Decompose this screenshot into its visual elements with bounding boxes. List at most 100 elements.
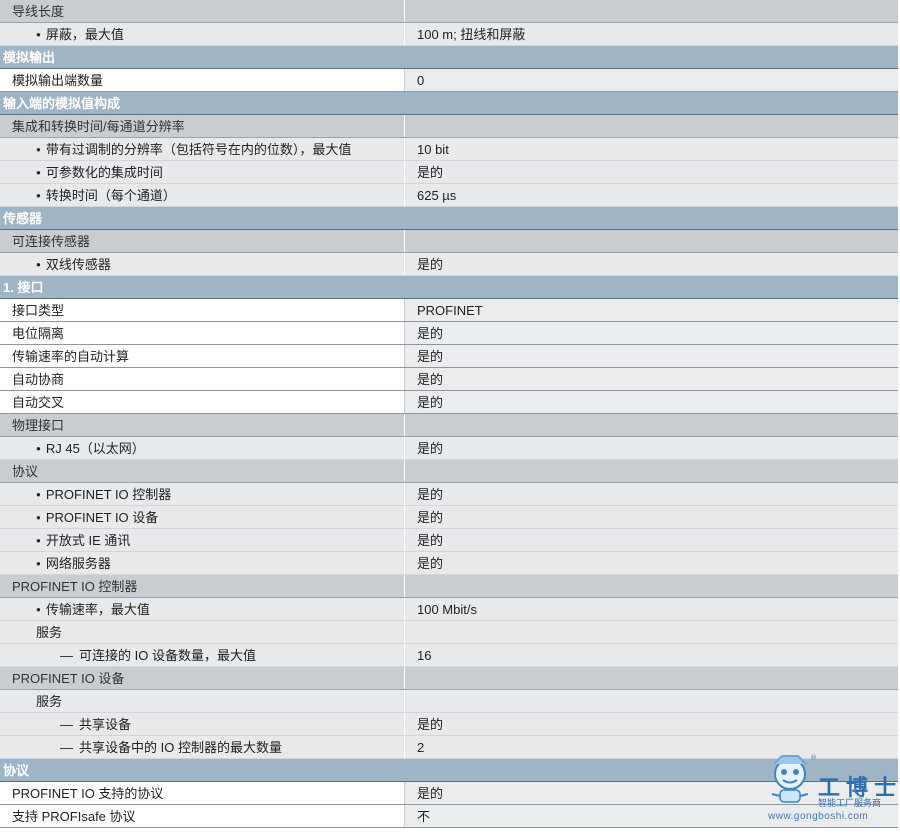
spec-row: 自动交叉 是的 xyxy=(0,391,898,414)
spec-label: 双线传感器 xyxy=(0,253,405,275)
spec-label: 集成和转换时间/每通道分辨率 xyxy=(0,115,405,137)
spec-row: 可参数化的集成时间是的 xyxy=(0,161,898,184)
section-header: 输入端的模拟值构成 xyxy=(0,92,898,115)
spec-row: 开放式 IE 通讯是的 xyxy=(0,529,898,552)
spec-value: 是的 xyxy=(417,441,444,456)
spec-label: 开放式 IE 通讯 xyxy=(0,529,405,551)
spec-row: 模拟输出端数量 0 xyxy=(0,69,898,92)
group-header-row: 物理接口 xyxy=(0,414,898,437)
spec-label: 服务 xyxy=(0,690,405,712)
spec-row: 转换时间（每个通道） 625 µs xyxy=(0,184,898,207)
spec-label: PROFINET IO 控制器 xyxy=(0,483,405,505)
spec-value xyxy=(405,690,898,712)
spec-label: 物理接口 xyxy=(0,414,405,436)
section-header: 1. 接口 xyxy=(0,276,898,299)
spec-value xyxy=(405,667,898,689)
watermark-url: www.gongboshi.com xyxy=(768,811,869,822)
spec-label: PROFINET IO 支持的协议 xyxy=(0,782,405,804)
svg-text:®: ® xyxy=(810,754,817,762)
spec-label: 电位隔离 xyxy=(0,322,405,344)
spec-row: 电位隔离 是的 xyxy=(0,322,898,345)
spec-value: 是的 xyxy=(417,533,444,548)
spec-label: 屏蔽，最大值 xyxy=(0,23,405,45)
robot-mascot-icon: ® xyxy=(771,754,817,803)
spec-value: 是的 xyxy=(417,165,444,180)
watermark-tagline: 智能工厂服务商 xyxy=(818,798,882,808)
spec-label: 传输速率，最大值 xyxy=(0,598,405,620)
spec-row: 网络服务器是的 xyxy=(0,552,898,575)
spec-label: 可参数化的集成时间 xyxy=(0,161,405,183)
spec-label: RJ 45（以太网） xyxy=(0,437,405,459)
group-header-row: 集成和转换时间/每通道分辨率 xyxy=(0,115,898,138)
spec-label: 导线长度 xyxy=(0,0,405,22)
spec-value: 是的 xyxy=(417,556,444,571)
spec-value xyxy=(405,230,898,252)
spec-label: 传输速率的自动计算 xyxy=(0,345,405,367)
group-header-row: 导线长度 xyxy=(0,0,898,23)
spec-label: 共享设备中的 IO 控制器的最大数量 xyxy=(0,736,405,758)
spec-row: 带有过调制的分辨率（包括符号在内的位数），最大值 10 bit xyxy=(0,138,898,161)
spec-label: PROFINET IO 设备 xyxy=(0,667,405,689)
spec-value: 是的 xyxy=(405,368,898,390)
spec-value: 是的 xyxy=(417,487,444,502)
spec-value xyxy=(405,414,898,436)
spec-value: 625 µs xyxy=(417,188,457,203)
spec-label: 模拟输出端数量 xyxy=(0,69,405,91)
spec-value: 是的 xyxy=(417,510,444,525)
spec-label: 服务 xyxy=(0,621,405,643)
spec-label: 可连接传感器 xyxy=(0,230,405,252)
spec-row: 可连接的 IO 设备数量，最大值 16 xyxy=(0,644,898,667)
spec-value: 是的 xyxy=(405,322,898,344)
spec-value: 是的 xyxy=(417,257,444,272)
spec-value xyxy=(405,115,898,137)
spec-label: 可连接的 IO 设备数量，最大值 xyxy=(0,644,405,666)
group-header-row: PROFINET IO 控制器 xyxy=(0,575,898,598)
spec-label: 共享设备 xyxy=(0,713,405,735)
spec-row: 服务 xyxy=(0,621,898,644)
spec-label: 传感器 xyxy=(3,211,43,226)
spec-row: 服务 xyxy=(0,690,898,713)
spec-row: 传输速率，最大值 100 Mbit/s xyxy=(0,598,898,621)
spec-label: 1. 接口 xyxy=(3,280,44,295)
spec-value xyxy=(405,575,898,597)
spec-label: 自动协商 xyxy=(0,368,405,390)
spec-label: 网络服务器 xyxy=(0,552,405,574)
spec-value xyxy=(405,460,898,482)
spec-label: 转换时间（每个通道） xyxy=(0,184,405,206)
spec-value: 10 bit xyxy=(417,142,449,157)
spec-value: 100 m; 扭线和屏蔽 xyxy=(417,27,526,42)
spec-value xyxy=(405,0,898,22)
spec-value: 0 xyxy=(405,69,898,91)
spec-label: 模拟输出 xyxy=(3,50,56,65)
spec-label: 支持 PROFIsafe 协议 xyxy=(0,805,405,827)
spec-row: 双线传感器是的 xyxy=(0,253,898,276)
spec-row: 接口类型 PROFINET xyxy=(0,299,898,322)
spec-label: 协议 xyxy=(0,460,405,482)
spec-value: PROFINET xyxy=(405,299,898,321)
spec-row: RJ 45（以太网） 是的 xyxy=(0,437,898,460)
group-header-row: 可连接传感器 xyxy=(0,230,898,253)
spec-label: 接口类型 xyxy=(0,299,405,321)
section-header: 传感器 xyxy=(0,207,898,230)
spec-row: 共享设备是的 xyxy=(0,713,898,736)
spec-label: PROFINET IO 设备 xyxy=(0,506,405,528)
spec-value: 是的 xyxy=(405,345,898,367)
spec-row: 自动协商 是的 xyxy=(0,368,898,391)
spec-row: 传输速率的自动计算 是的 xyxy=(0,345,898,368)
spec-label: 输入端的模拟值构成 xyxy=(3,96,121,111)
group-header-row: PROFINET IO 设备 xyxy=(0,667,898,690)
spec-value: 是的 xyxy=(405,391,898,413)
spec-row: 屏蔽，最大值 100 m; 扭线和屏蔽 xyxy=(0,23,898,46)
group-header-row: 协议 xyxy=(0,460,898,483)
spec-value: 是的 xyxy=(417,717,444,732)
spec-label: 自动交叉 xyxy=(0,391,405,413)
spec-table: 导线长度屏蔽，最大值 100 m; 扭线和屏蔽模拟输出模拟输出端数量0 输入端的模拟… xyxy=(0,0,898,828)
spec-label: PROFINET IO 控制器 xyxy=(0,575,405,597)
spec-value xyxy=(405,621,898,643)
spec-value: 100 Mbit/s xyxy=(417,602,477,617)
spec-value: 16 xyxy=(417,648,432,663)
spec-label: 带有过调制的分辨率（包括符号在内的位数），最大值 xyxy=(0,138,405,160)
spec-row: PROFINET IO 设备是的 xyxy=(0,506,898,529)
spec-row: PROFINET IO 控制器是的 xyxy=(0,483,898,506)
section-header: 模拟输出 xyxy=(0,46,898,69)
